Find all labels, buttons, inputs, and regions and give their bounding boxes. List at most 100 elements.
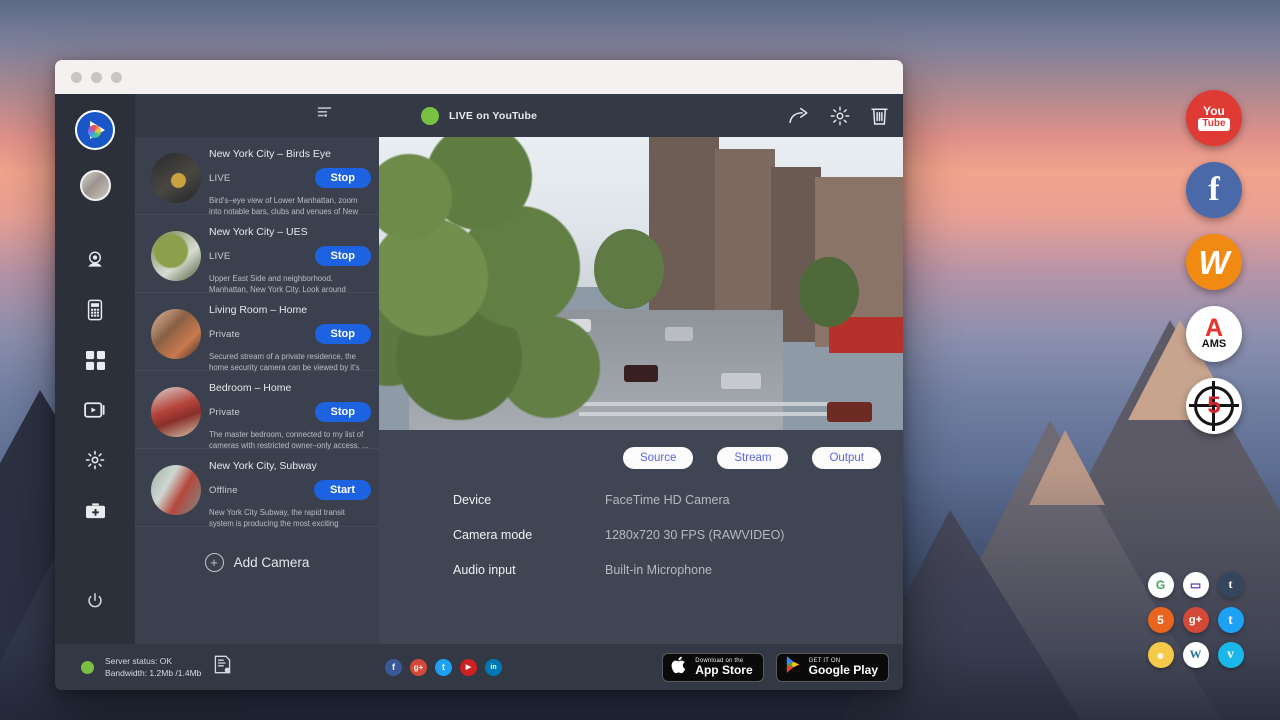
camera-status: Private — [209, 329, 240, 340]
preview-car — [665, 327, 693, 341]
add-camera-button[interactable]: + Add Camera — [135, 527, 379, 572]
adobe-a-icon: A — [1205, 318, 1223, 339]
avatar[interactable] — [80, 170, 111, 201]
list-item[interactable]: Living Room – Home Private Stop Secured … — [135, 293, 379, 371]
camera-action-button[interactable]: Stop — [315, 168, 371, 188]
close-button[interactable] — [71, 72, 82, 83]
apple-icon — [671, 655, 688, 680]
plus-icon: + — [205, 553, 224, 572]
mini-google[interactable]: G — [1148, 572, 1174, 598]
detail-label: Audio input — [453, 563, 605, 577]
live-indicator-dot — [421, 107, 439, 125]
play-triangle-icon — [785, 655, 802, 679]
color-wheel-icon — [88, 125, 101, 138]
mini-wordpress[interactable]: W — [1183, 642, 1209, 668]
youtube-tube-label: Tube — [1198, 118, 1229, 131]
device-icon — [86, 299, 104, 321]
preview-building — [649, 137, 719, 337]
video-preview[interactable] — [379, 137, 903, 430]
list-item[interactable]: Bedroom – Home Private Stop The master b… — [135, 371, 379, 449]
list-item[interactable]: New York City – Birds Eye LIVE Stop Bird… — [135, 137, 379, 215]
camera-title: New York City – UES — [209, 226, 371, 238]
detail-row: Device FaceTime HD Camera — [453, 493, 903, 507]
main-panel: LIVE on YouTube — [379, 94, 903, 644]
tab-output[interactable]: Output — [812, 447, 881, 469]
tab-stream[interactable]: Stream — [717, 447, 788, 469]
mini-twitter[interactable]: t — [1218, 607, 1244, 633]
detail-value[interactable]: 1280x720 30 FPS (RAWVIDEO) — [605, 528, 784, 542]
minimize-button[interactable] — [91, 72, 102, 83]
facebook-icon[interactable]: f — [385, 659, 402, 676]
tab-source[interactable]: Source — [623, 447, 693, 469]
mini-tumblr[interactable]: t — [1218, 572, 1244, 598]
camera-action-button[interactable]: Stop — [315, 246, 371, 266]
mini-vimeo[interactable]: v — [1218, 642, 1244, 668]
live-status-label: LIVE on YouTube — [449, 110, 537, 122]
mini-googleplus[interactable]: g+ — [1183, 607, 1209, 633]
camera-action-button[interactable]: Stop — [315, 324, 371, 344]
gear-icon[interactable] — [830, 106, 850, 126]
social-links: f g+ t ▶ in — [385, 659, 502, 676]
camera-list-panel: New York City – Birds Eye LIVE Stop Bird… — [135, 94, 379, 644]
trash-icon[interactable] — [870, 106, 889, 126]
window-body: New York City – Birds Eye LIVE Stop Bird… — [55, 94, 903, 644]
sidebar-item-device[interactable] — [67, 285, 123, 335]
zoom-button[interactable] — [111, 72, 122, 83]
server-status-group: Server status: OK Bandwidth: 1.2Mb /1.4M… — [69, 655, 369, 680]
preview-trees — [379, 137, 629, 430]
preview-car — [624, 365, 658, 382]
main-toolbar: LIVE on YouTube — [379, 94, 903, 137]
store-badges: Download on the App Store — [662, 653, 889, 682]
dock-adobe-ams[interactable]: A AMS — [1186, 306, 1242, 362]
sidebar-item-webcam[interactable] — [67, 235, 123, 285]
detail-value[interactable]: FaceTime HD Camera — [605, 493, 730, 507]
log-icon[interactable] — [214, 655, 231, 679]
camera-thumbnail — [151, 465, 201, 515]
grid-icon — [86, 351, 105, 370]
camera-action-button[interactable]: Stop — [315, 402, 371, 422]
video-screen-icon — [84, 401, 106, 419]
sidebar-item-toolkit[interactable] — [67, 485, 123, 535]
linkedin-icon[interactable]: in — [485, 659, 502, 676]
ams-label: AMS — [1202, 339, 1226, 350]
dock-youtube[interactable]: You Tube — [1186, 90, 1242, 146]
google-play-big-label: Google Play — [809, 664, 878, 677]
live-status-group: LIVE on YouTube — [421, 107, 537, 125]
camera-thumbnail — [151, 309, 201, 359]
dock-red5[interactable]: 5 — [1186, 378, 1242, 434]
mini-twitch[interactable]: ▭ — [1183, 572, 1209, 598]
app-store-badge[interactable]: Download on the App Store — [662, 653, 763, 682]
mini-red5[interactable]: 5 — [1148, 607, 1174, 633]
desktop-background: New York City – Birds Eye LIVE Stop Bird… — [0, 0, 1280, 720]
dock-facebook[interactable]: f — [1186, 162, 1242, 218]
app-logo[interactable] — [75, 110, 115, 150]
app-window: New York City – Birds Eye LIVE Stop Bird… — [55, 60, 903, 690]
youtube-icon[interactable]: ▶ — [460, 659, 477, 676]
detail-row: Audio input Built-in Microphone — [453, 563, 903, 577]
list-item[interactable]: New York City, Subway Offline Start New … — [135, 449, 379, 527]
wowza-w-icon: W — [1198, 246, 1229, 279]
preview-car — [827, 402, 872, 422]
mini-flickr[interactable]: ● — [1148, 642, 1174, 668]
detail-value[interactable]: Built-in Microphone — [605, 563, 712, 577]
dock-wowza[interactable]: W — [1186, 234, 1242, 290]
camera-action-button[interactable]: Start — [314, 480, 371, 500]
sidebar-rail — [55, 94, 135, 644]
list-toolbar — [135, 94, 379, 137]
sidebar-item-grid[interactable] — [67, 335, 123, 385]
camera-list[interactable]: New York City – Birds Eye LIVE Stop Bird… — [135, 137, 379, 644]
google-play-badge[interactable]: GET IT ON Google Play — [776, 653, 889, 682]
twitter-icon[interactable]: t — [435, 659, 452, 676]
detail-tabs: Source Stream Output — [379, 430, 903, 469]
share-icon[interactable] — [788, 107, 810, 125]
preview-car — [721, 373, 761, 389]
sort-icon[interactable] — [317, 106, 332, 125]
desktop-mini-dock: G ▭ t 5 g+ t ● W v — [1143, 567, 1248, 672]
server-status-text: Server status: OK — [105, 655, 201, 667]
sidebar-item-power[interactable] — [67, 576, 123, 626]
sidebar-item-screen[interactable] — [67, 385, 123, 435]
googleplus-icon[interactable]: g+ — [410, 659, 427, 676]
list-item[interactable]: New York City – UES LIVE Stop Upper East… — [135, 215, 379, 293]
first-aid-kit-icon — [85, 501, 106, 520]
sidebar-item-settings[interactable] — [67, 435, 123, 485]
